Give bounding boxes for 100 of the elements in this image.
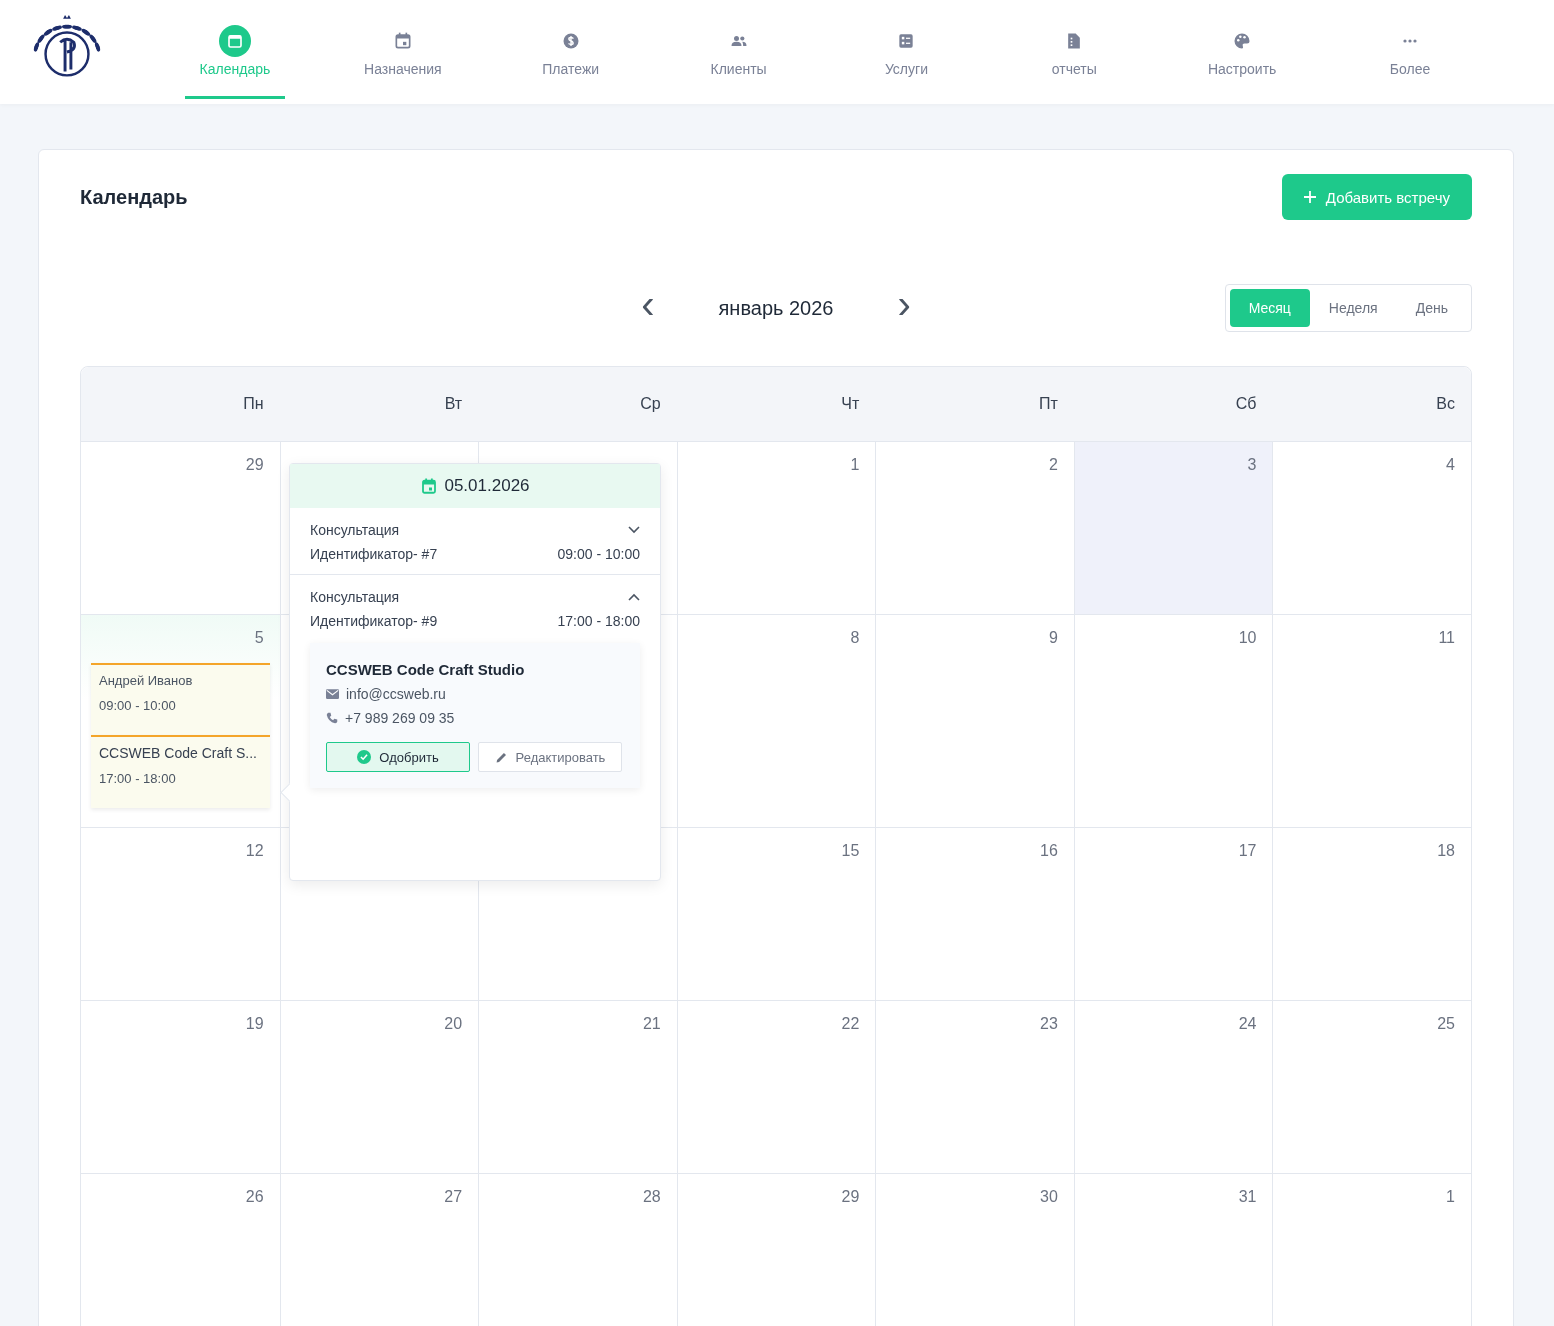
nav-tab[interactable]: отчеты (990, 0, 1159, 104)
day-number: 8 (850, 629, 861, 647)
day-cell[interactable]: 10 (1073, 615, 1273, 827)
day-number: 21 (642, 1015, 662, 1033)
day-cell[interactable]: 25 (1272, 1001, 1471, 1173)
day-cell[interactable]: 23 (875, 1001, 1074, 1173)
day-number: 29 (841, 1188, 861, 1206)
day-number: 10 (1238, 629, 1258, 647)
day-number: 22 (841, 1015, 861, 1033)
day-number: 1 (1446, 1188, 1456, 1206)
day-number: 25 (1437, 1015, 1456, 1033)
client-email: info@ccsweb.ru (346, 686, 446, 702)
nav-tab[interactable]: Услуги (822, 0, 991, 104)
appointment-id: Идентификатор- #7 (310, 546, 438, 562)
day-number: 17 (1238, 842, 1258, 860)
day-cell[interactable]: 19 (81, 1001, 280, 1173)
pencil-icon (494, 750, 508, 764)
popup-date: 05.01.2026 (444, 476, 530, 496)
nav-tab[interactable]: Платежи (486, 0, 655, 104)
day-cell[interactable]: 3 (1073, 442, 1273, 614)
day-cell[interactable]: 20 (279, 1001, 479, 1173)
day-number: 31 (1238, 1188, 1258, 1206)
chevron-down-icon[interactable] (628, 526, 640, 534)
weekday-label: Ср (639, 395, 662, 413)
day-cell[interactable]: 11 (1272, 615, 1471, 827)
nav-tab[interactable]: Настроить (1158, 0, 1327, 104)
page-title: Календарь (80, 185, 188, 209)
day-cell[interactable]: 27 (279, 1174, 479, 1326)
weekday-label: Вт (443, 395, 464, 413)
weekday-label: Вс (1435, 395, 1456, 413)
event-card[interactable]: Андрей Иванов 09:00 - 10:00 (91, 663, 270, 735)
day-cell[interactable]: 8 (676, 615, 876, 827)
approve-button[interactable]: Одобрить (326, 742, 470, 772)
day-number: 23 (1040, 1015, 1059, 1033)
day-cell[interactable]: 12 (81, 828, 280, 1000)
appointment-time: 09:00 - 10:00 (557, 546, 640, 562)
day-cell[interactable]: 17 (1073, 828, 1273, 1000)
day-cell[interactable]: 4 (1272, 442, 1471, 614)
day-number: 15 (841, 842, 861, 860)
day-cell[interactable]: 31 (1073, 1174, 1273, 1326)
calendar-icon (420, 477, 439, 495)
day-number: 16 (1040, 842, 1059, 860)
day-cell[interactable]: 1 (676, 442, 876, 614)
day-cell[interactable]: 15 (676, 828, 876, 1000)
day-cell[interactable]: 18 (1272, 828, 1471, 1000)
next-month-button[interactable]: › (893, 289, 915, 327)
day-number: 28 (642, 1188, 662, 1206)
envelope-icon (326, 689, 339, 699)
nav-tab[interactable]: Клиенты (654, 0, 823, 104)
phone-icon (326, 712, 338, 724)
day-cell[interactable]: 16 (875, 828, 1074, 1000)
weekday-label: Чт (840, 395, 861, 413)
client-name: CCSWEB Code Craft Studio (326, 661, 526, 678)
check-circle-icon (357, 750, 372, 764)
chevron-up-icon[interactable] (628, 593, 640, 601)
day-number: 20 (444, 1015, 464, 1033)
dots-icon (1403, 38, 1418, 43)
nav-tab[interactable]: Назначения (318, 0, 487, 104)
day-number: 30 (1040, 1188, 1059, 1206)
edit-button[interactable]: Редактировать (478, 742, 622, 772)
plus-icon (1303, 191, 1316, 203)
day-cell[interactable]: 21 (478, 1001, 677, 1173)
view-tab[interactable]: Неделя (1309, 289, 1397, 327)
day-number: 5 (254, 629, 265, 647)
day-number: 26 (245, 1188, 265, 1206)
day-cell[interactable]: 29 (81, 442, 280, 614)
day-number: 27 (444, 1188, 464, 1206)
month-label: январь 2026 (718, 296, 834, 320)
calendar-icon (218, 24, 251, 57)
day-cell[interactable]: 28 (478, 1174, 677, 1326)
weekday-label: Сб (1234, 395, 1258, 413)
appointment-id: Идентификатор- #9 (310, 613, 438, 629)
day-number: 29 (245, 456, 265, 474)
day-number: 18 (1437, 842, 1456, 860)
view-tab[interactable]: День (1396, 289, 1467, 327)
day-cell[interactable]: 29 (676, 1174, 876, 1326)
day-cell[interactable]: 24 (1073, 1001, 1273, 1173)
day-number: 4 (1446, 456, 1456, 474)
nav-tab[interactable]: Более (1326, 0, 1494, 104)
weekday-label: Пн (242, 395, 265, 413)
day-number: 24 (1238, 1015, 1258, 1033)
appointment-time: 17:00 - 18:00 (557, 613, 640, 629)
day-cell[interactable]: 22 (676, 1001, 876, 1173)
day-cell[interactable]: 9 (875, 615, 1074, 827)
day-cell[interactable]: 1 (1272, 1174, 1471, 1326)
day-number: 1 (850, 456, 861, 474)
previous-month-button[interactable]: ‹ (637, 289, 659, 327)
day-number: 12 (245, 842, 265, 860)
day-number: 9 (1048, 629, 1059, 647)
weekday-label: Пт (1038, 395, 1059, 413)
service-name: Консультация (310, 522, 400, 538)
day-number: 19 (245, 1015, 265, 1033)
day-number: 11 (1438, 629, 1456, 647)
day-number: 2 (1048, 456, 1059, 474)
event-card[interactable]: CCSWEB Code Craft S... 17:00 - 18:00 (91, 735, 270, 808)
day-number: 3 (1247, 456, 1258, 474)
day-cell[interactable]: 2 (875, 442, 1074, 614)
client-phone: +7 989 269 09 35 (345, 710, 455, 726)
day-cell[interactable]: 30 (875, 1174, 1074, 1326)
day-cell[interactable]: 26 (81, 1174, 280, 1326)
